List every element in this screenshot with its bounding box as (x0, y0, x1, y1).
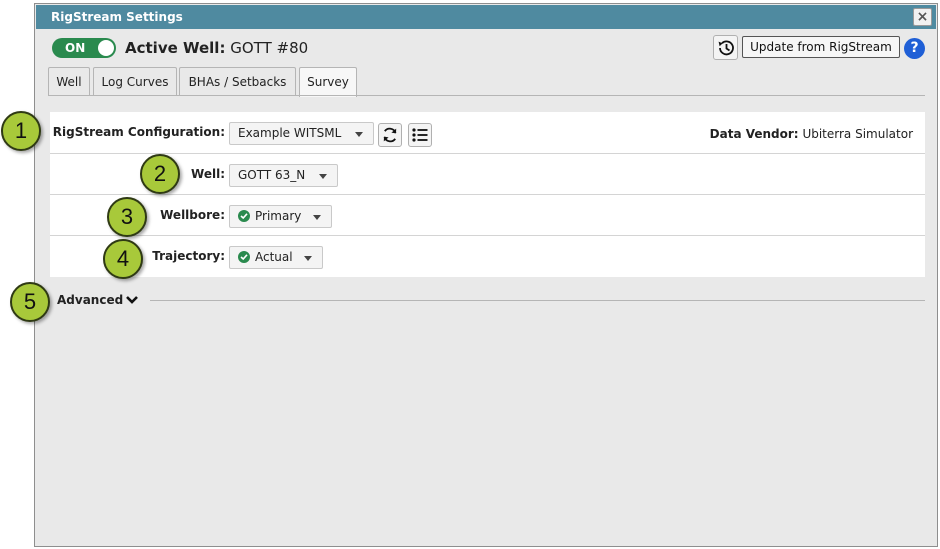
wellbore-value: Primary (255, 209, 302, 223)
check-circle-icon (238, 210, 250, 222)
wellbore-select[interactable]: Primary (229, 205, 332, 228)
rigstream-settings-dialog: RigStream Settings × ON Active Well: GOT… (34, 3, 938, 547)
check-circle-icon (238, 251, 250, 263)
chevron-down-icon (319, 174, 327, 179)
history-icon (718, 40, 734, 56)
chevron-down-icon (304, 256, 312, 261)
history-button[interactable] (713, 35, 738, 60)
list-button[interactable] (408, 123, 432, 147)
trajectory-label: Trajectory: (152, 249, 225, 263)
survey-form: RigStream Configuration: Example WITSML (50, 112, 925, 277)
callout-4: 4 (103, 239, 143, 279)
update-from-rigstream-button[interactable]: Update from RigStream (742, 36, 900, 58)
tab-well[interactable]: Well (48, 67, 90, 96)
active-toggle[interactable]: ON (52, 38, 116, 58)
well-row: Well: GOTT 63_N (50, 154, 925, 195)
data-vendor: Data Vendor: Ubiterra Simulator (710, 125, 913, 143)
refresh-button[interactable] (378, 123, 402, 147)
chevron-down-icon (355, 132, 363, 137)
dialog-title: RigStream Settings (51, 10, 183, 24)
config-value: Example WITSML (238, 126, 342, 140)
trajectory-select[interactable]: Actual (229, 246, 323, 269)
toggle-knob (98, 40, 114, 56)
advanced-toggle[interactable]: Advanced (57, 292, 123, 308)
tab-divider (48, 95, 925, 96)
refresh-icon (383, 127, 397, 143)
tab-survey[interactable]: Survey (299, 67, 357, 97)
help-icon[interactable]: ? (904, 38, 925, 59)
callout-3: 3 (107, 197, 147, 237)
dialog-titlebar: RigStream Settings × (36, 5, 936, 29)
close-icon[interactable]: × (913, 8, 932, 26)
active-well-label: Active Well: (125, 39, 226, 57)
toggle-label: ON (65, 41, 86, 55)
chevron-down-icon (313, 215, 321, 220)
chevron-down-icon[interactable] (125, 294, 139, 306)
config-label: RigStream Configuration: (52, 125, 225, 139)
vendor-value: Ubiterra Simulator (802, 127, 913, 141)
wellbore-label: Wellbore: (160, 208, 225, 222)
well-value: GOTT 63_N (238, 168, 306, 182)
trajectory-value: Actual (255, 250, 293, 264)
tab-log-curves[interactable]: Log Curves (93, 67, 177, 96)
well-select[interactable]: GOTT 63_N (229, 164, 338, 187)
well-label: Well: (191, 167, 225, 181)
callout-5: 5 (10, 282, 50, 322)
config-select[interactable]: Example WITSML (229, 122, 374, 145)
callout-1: 1 (1, 111, 41, 151)
config-row: RigStream Configuration: Example WITSML (50, 112, 925, 154)
active-well: Active Well: GOTT #80 (125, 38, 308, 58)
trajectory-row: Trajectory: Actual (50, 236, 925, 277)
tab-bhas-setbacks[interactable]: BHAs / Setbacks (179, 67, 296, 96)
vendor-label: Data Vendor: (709, 127, 799, 141)
callout-2: 2 (140, 154, 180, 194)
active-well-value: GOTT #80 (230, 39, 309, 57)
list-icon (412, 128, 428, 142)
wellbore-row: Wellbore: Primary (50, 195, 925, 236)
advanced-divider (150, 300, 925, 301)
